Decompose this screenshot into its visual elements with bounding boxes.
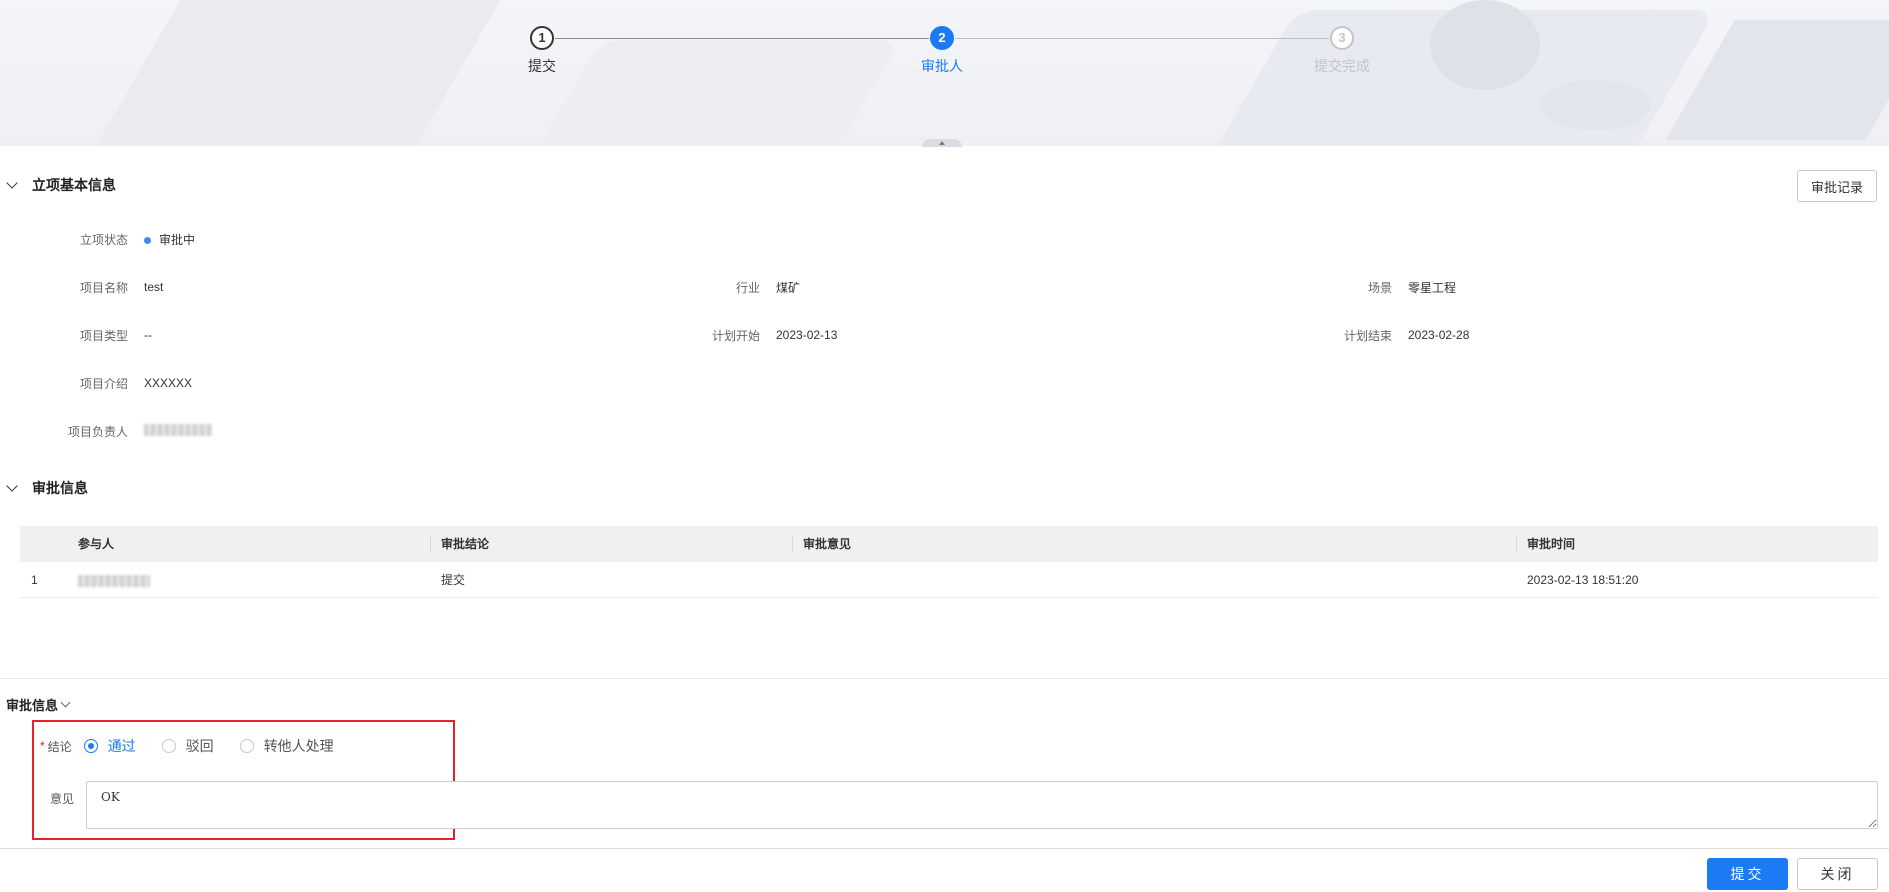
field-industry: 行业 煤矿 [692, 277, 800, 297]
row-index: 1 [31, 573, 38, 587]
opinion-textarea[interactable]: OK [86, 781, 1878, 829]
step-label: 提交完成 [1314, 58, 1370, 74]
row-participant [78, 562, 150, 598]
radio-transfer[interactable]: 转他人处理 [239, 736, 334, 756]
field-plan-start: 计划开始 2023-02-13 [692, 325, 837, 345]
step-approver: 2 审批人 [882, 26, 1002, 76]
step-label: 提交 [528, 58, 556, 74]
approval-info-section-header[interactable]: 审批信息 [6, 478, 88, 498]
field-value [144, 423, 212, 439]
radio-pass[interactable]: 通过 [83, 736, 136, 756]
field-label: 项目类型 [79, 328, 128, 343]
column-header-time: 审批时间 [1527, 537, 1576, 551]
chevron-down-icon [60, 697, 71, 708]
status-dot-icon [144, 236, 151, 244]
section-title: 审批信息 [32, 480, 88, 496]
field-value: 零星工程 [1408, 280, 1457, 295]
column-header-participant: 参与人 [78, 537, 115, 551]
page-header: 1 提交 2 审批人 3 提交完成 [0, 0, 1889, 146]
approval-record-button[interactable]: 审批记录 [1797, 170, 1877, 202]
row-conclusion: 提交 [441, 573, 466, 587]
approval-table: 参与人 审批结论 审批意见 审批时间 1 提交 2023-02-13 18:51… [20, 526, 1878, 598]
step-complete: 3 提交完成 [1282, 26, 1402, 76]
radio-label[interactable]: 转他人处理 [264, 736, 334, 756]
status-text: 审批中 [159, 232, 196, 247]
field-label: 项目负责人 [67, 424, 128, 439]
basic-info-section-header[interactable]: 立项基本信息 [6, 175, 116, 195]
field-label: 立项状态 [79, 232, 128, 247]
column-header-opinion: 审批意见 [803, 537, 852, 551]
field-value: 煤矿 [776, 280, 801, 295]
chevron-down-icon [6, 176, 18, 189]
radio-checked-icon[interactable] [83, 739, 98, 753]
conclusion-radio-group: * 结论 通过 驳回 转他人处理 [40, 736, 360, 756]
field-project-name: 项目名称 test [60, 277, 163, 297]
section-divider [0, 678, 1889, 679]
field-project-type: 项目类型 -- [60, 325, 152, 345]
field-scene: 场景 零星工程 [1324, 277, 1456, 297]
section-title: 立项基本信息 [32, 177, 116, 193]
field-value: 审批中 [144, 231, 195, 248]
step-number: 2 [930, 26, 954, 50]
step-number: 3 [1330, 26, 1354, 50]
field-label: 场景 [1367, 280, 1392, 295]
column-header-conclusion: 审批结论 [441, 537, 490, 551]
opinion-label: 意见 [50, 792, 75, 806]
field-value: 2023-02-13 [776, 328, 838, 342]
field-project-intro: 项目介绍 XXXXXX [60, 373, 192, 393]
submit-button[interactable]: 提交 [1707, 858, 1788, 890]
field-value: XXXXXX [144, 376, 193, 390]
field-status: 立项状态 审批中 [60, 229, 195, 249]
table-header: 参与人 审批结论 审批意见 审批时间 [20, 526, 1878, 562]
field-project-owner: 项目负责人 [60, 421, 212, 441]
field-label: 项目名称 [79, 280, 128, 295]
field-value: -- [144, 328, 152, 342]
field-plan-end: 计划结束 2023-02-28 [1324, 325, 1469, 345]
field-label: 计划开始 [711, 328, 760, 343]
close-button[interactable]: 关闭 [1797, 858, 1878, 890]
step-connector [955, 38, 1329, 39]
redacted-name [144, 423, 212, 436]
conclusion-label: 结论 [47, 739, 72, 754]
step-submit: 1 提交 [482, 26, 602, 76]
step-number: 1 [530, 26, 554, 50]
field-value: 2023-02-28 [1408, 328, 1470, 342]
field-label: 计划结束 [1343, 328, 1392, 343]
redacted-name [78, 574, 150, 587]
form-title: 审批信息 [6, 698, 59, 713]
chevron-down-icon [6, 479, 18, 492]
field-value: test [144, 280, 164, 294]
footer-bar [0, 848, 1889, 892]
header-collapse-toggle[interactable] [922, 139, 962, 147]
progress-steps: 1 提交 2 审批人 3 提交完成 [0, 0, 1889, 100]
column-separator [792, 535, 793, 553]
step-connector [555, 38, 929, 39]
required-mark: * [40, 739, 45, 753]
table-row: 1 提交 2023-02-13 18:51:20 [20, 562, 1878, 598]
column-separator [430, 535, 431, 553]
radio-unchecked-icon[interactable] [239, 739, 254, 753]
radio-label[interactable]: 通过 [108, 736, 136, 756]
approval-form-header[interactable]: 审批信息 [6, 695, 71, 714]
field-label: 项目介绍 [79, 376, 128, 391]
step-label: 审批人 [921, 58, 963, 74]
radio-label[interactable]: 驳回 [186, 736, 214, 756]
column-separator [1516, 535, 1517, 553]
radio-reject[interactable]: 驳回 [161, 736, 214, 756]
radio-unchecked-icon[interactable] [161, 739, 176, 753]
row-time: 2023-02-13 18:51:20 [1527, 573, 1639, 587]
field-label: 行业 [735, 280, 760, 295]
